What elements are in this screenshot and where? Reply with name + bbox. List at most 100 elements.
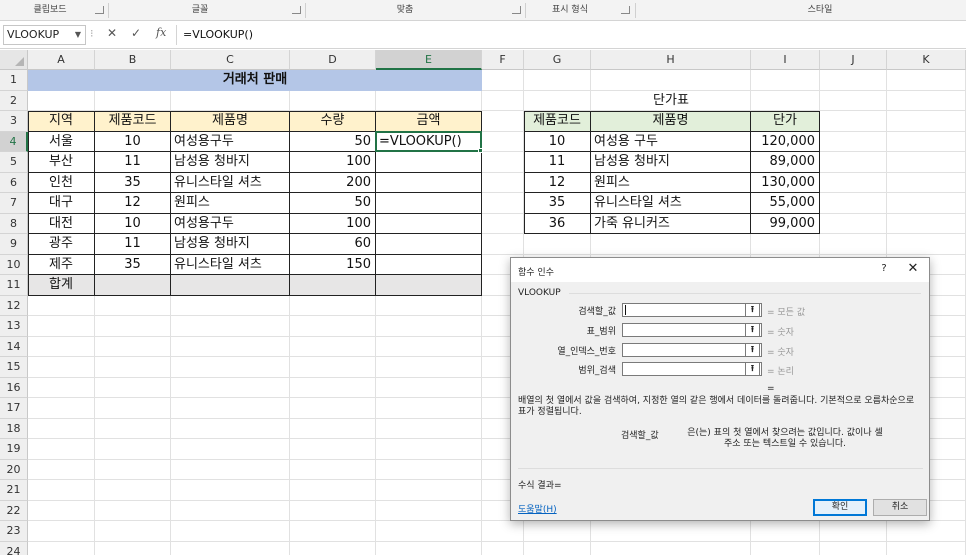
- arg-input-range-lookup[interactable]: [622, 362, 762, 376]
- sales-cell[interactable]: 60: [290, 234, 376, 255]
- cancel-button[interactable]: 취소: [873, 499, 927, 516]
- sales-header-cell[interactable]: 제품명: [171, 111, 290, 132]
- price-cell[interactable]: 유니스타일 셔츠: [591, 193, 751, 214]
- sales-header-cell[interactable]: 수량: [290, 111, 376, 132]
- sales-cell[interactable]: 원피스: [171, 193, 290, 214]
- sales-header-cell[interactable]: 지역: [28, 111, 95, 132]
- collapse-dialog-icon[interactable]: ⭱: [745, 323, 760, 337]
- row-header-16[interactable]: 16: [0, 377, 28, 398]
- formula-input[interactable]: =VLOOKUP(): [176, 25, 966, 45]
- collapse-dialog-icon[interactable]: ⭱: [745, 343, 760, 357]
- sales-cell[interactable]: 100: [290, 213, 376, 234]
- cancel-formula-button[interactable]: ✕: [103, 26, 121, 40]
- clipboard-launcher-icon[interactable]: [95, 6, 104, 14]
- row-header-1[interactable]: 1: [0, 70, 28, 91]
- help-icon[interactable]: ?: [877, 263, 891, 274]
- row-header-14[interactable]: 14: [0, 336, 28, 357]
- row-header-17[interactable]: 17: [0, 398, 28, 419]
- sales-cell[interactable]: 광주: [28, 234, 95, 255]
- collapse-dialog-icon[interactable]: ⭱: [745, 362, 760, 376]
- row-header-24[interactable]: 24: [0, 541, 28, 555]
- sales-cell[interactable]: [376, 254, 482, 275]
- price-cell[interactable]: 120,000: [751, 131, 820, 152]
- enter-formula-button[interactable]: ✓: [127, 26, 145, 40]
- sales-cell[interactable]: 제주: [28, 254, 95, 275]
- sales-cell[interactable]: 10: [95, 213, 171, 234]
- sales-cell[interactable]: 50: [290, 131, 376, 152]
- sales-header-cell[interactable]: 금액: [376, 111, 482, 132]
- arg-input-col-index[interactable]: [622, 343, 762, 357]
- sales-cell[interactable]: [376, 172, 482, 193]
- row-header-4[interactable]: 4: [0, 131, 28, 152]
- price-cell[interactable]: 남성용 청바지: [591, 152, 751, 173]
- sales-header-cell[interactable]: 제품코드: [95, 111, 171, 132]
- sales-cell[interactable]: 11: [95, 234, 171, 255]
- sales-cell[interactable]: 유니스타일 셔츠: [171, 254, 290, 275]
- select-all-button[interactable]: [0, 50, 28, 70]
- price-cell[interactable]: 89,000: [751, 152, 820, 173]
- sales-cell[interactable]: [376, 152, 482, 173]
- row-header-5[interactable]: 5: [0, 152, 28, 173]
- price-cell[interactable]: 10: [524, 131, 591, 152]
- row-header-9[interactable]: 9: [0, 234, 28, 255]
- sales-cell[interactable]: 100: [290, 152, 376, 173]
- sales-cell[interactable]: 남성용 청바지: [171, 152, 290, 173]
- column-header-d[interactable]: D: [290, 50, 376, 70]
- name-box[interactable]: VLOOKUP ▼: [3, 25, 86, 45]
- column-header-a[interactable]: A: [28, 50, 95, 70]
- total-cell[interactable]: [171, 275, 290, 296]
- sales-title[interactable]: 거래처 판매: [28, 70, 482, 91]
- total-label-cell[interactable]: 합계: [28, 275, 95, 296]
- sales-cell[interactable]: 인천: [28, 172, 95, 193]
- sales-cell[interactable]: 10: [95, 131, 171, 152]
- row-header-19[interactable]: 19: [0, 439, 28, 460]
- row-header-12[interactable]: 12: [0, 295, 28, 316]
- alignment-launcher-icon[interactable]: [512, 6, 521, 14]
- price-cell[interactable]: 11: [524, 152, 591, 173]
- price-header-cell[interactable]: 제품명: [591, 111, 751, 132]
- total-cell[interactable]: [290, 275, 376, 296]
- total-cell[interactable]: [95, 275, 171, 296]
- row-header-2[interactable]: 2: [0, 90, 28, 111]
- sales-cell[interactable]: [376, 234, 482, 255]
- row-header-8[interactable]: 8: [0, 213, 28, 234]
- price-cell[interactable]: 12: [524, 172, 591, 193]
- number-launcher-icon[interactable]: [621, 6, 630, 14]
- sales-cell[interactable]: 남성용 청바지: [171, 234, 290, 255]
- fill-handle[interactable]: [478, 148, 483, 153]
- close-icon[interactable]: ✕: [905, 261, 921, 276]
- price-cell[interactable]: 55,000: [751, 193, 820, 214]
- column-header-f[interactable]: F: [482, 50, 524, 70]
- row-header-22[interactable]: 22: [0, 500, 28, 521]
- sales-cell[interactable]: 50: [290, 193, 376, 214]
- sales-cell[interactable]: 35: [95, 254, 171, 275]
- sales-cell[interactable]: [376, 193, 482, 214]
- column-header-c[interactable]: C: [171, 50, 290, 70]
- column-header-j[interactable]: J: [820, 50, 887, 70]
- sales-cell[interactable]: 대전: [28, 213, 95, 234]
- price-cell[interactable]: 99,000: [751, 213, 820, 234]
- sales-cell[interactable]: 11: [95, 152, 171, 173]
- row-header-21[interactable]: 21: [0, 480, 28, 501]
- chevron-down-icon[interactable]: ▼: [75, 26, 81, 44]
- column-header-g[interactable]: G: [524, 50, 591, 70]
- column-header-i[interactable]: I: [751, 50, 820, 70]
- row-header-18[interactable]: 18: [0, 418, 28, 439]
- row-header-23[interactable]: 23: [0, 521, 28, 542]
- row-header-15[interactable]: 15: [0, 357, 28, 378]
- sales-cell[interactable]: 유니스타일 셔츠: [171, 172, 290, 193]
- column-header-k[interactable]: K: [887, 50, 966, 70]
- font-launcher-icon[interactable]: [292, 6, 301, 14]
- sales-cell[interactable]: 부산: [28, 152, 95, 173]
- price-cell[interactable]: 여성용 구두: [591, 131, 751, 152]
- column-header-e[interactable]: E: [376, 50, 482, 70]
- arg-input-lookup-value[interactable]: [622, 303, 762, 317]
- ok-button[interactable]: 확인: [813, 499, 867, 516]
- collapse-dialog-icon[interactable]: ⭱: [745, 303, 760, 317]
- row-header-10[interactable]: 10: [0, 254, 28, 275]
- column-header-h[interactable]: H: [591, 50, 751, 70]
- sales-cell[interactable]: 서울: [28, 131, 95, 152]
- help-link[interactable]: 도움말(H): [518, 502, 557, 515]
- sales-cell[interactable]: 12: [95, 193, 171, 214]
- column-header-b[interactable]: B: [95, 50, 171, 70]
